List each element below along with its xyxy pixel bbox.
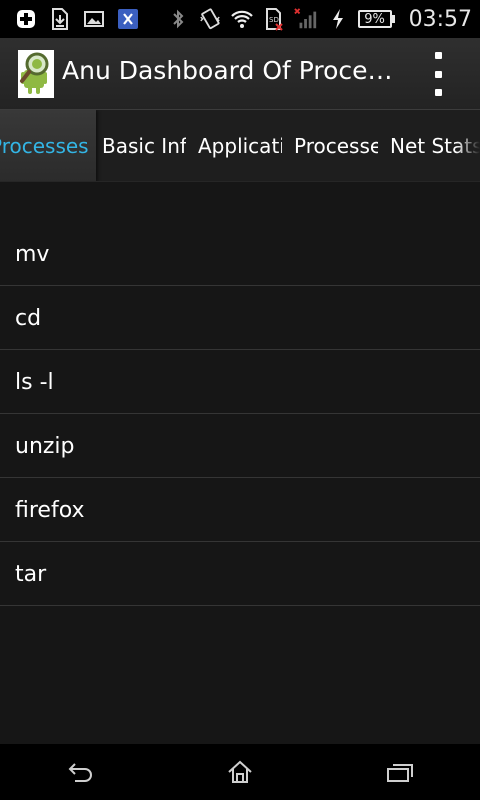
list-item[interactable]: unzip xyxy=(0,414,480,478)
battery-indicator: 9% xyxy=(357,10,395,28)
tab-basic-info[interactable]: Basic Info xyxy=(102,110,186,181)
tab-processes-active[interactable]: Processes xyxy=(0,110,96,181)
action-bar: Anu Dashboard Of Proce… xyxy=(0,38,480,110)
home-icon[interactable] xyxy=(210,752,270,792)
app-icon xyxy=(116,7,140,31)
tab-strip: Processes Basic Info Applications Proces… xyxy=(0,110,480,182)
app-title: Anu Dashboard Of Proce… xyxy=(62,56,392,85)
sd-card-icon: SD xyxy=(262,7,286,31)
list-item[interactable]: tar xyxy=(0,542,480,606)
status-bar: SD 9% 03:57 xyxy=(0,0,480,38)
download-icon xyxy=(48,7,72,31)
back-icon[interactable] xyxy=(50,752,110,792)
battery-level: 9% xyxy=(357,10,392,28)
bluetooth-icon xyxy=(166,7,190,31)
tab-processes[interactable]: Processes xyxy=(294,110,378,181)
overflow-menu-icon[interactable] xyxy=(424,52,452,96)
charging-icon xyxy=(326,7,350,31)
list-item[interactable]: mv xyxy=(0,222,480,286)
vibrate-icon xyxy=(198,7,222,31)
navigation-bar xyxy=(0,744,480,800)
app-logo-icon[interactable] xyxy=(18,50,54,98)
image-icon xyxy=(82,7,106,31)
add-icon xyxy=(14,7,38,31)
clock: 03:57 xyxy=(408,6,472,32)
recent-apps-icon[interactable] xyxy=(370,752,430,792)
list-item[interactable]: ls -l xyxy=(0,350,480,414)
tab-applications[interactable]: Applications xyxy=(198,110,282,181)
svg-text:SD: SD xyxy=(269,16,279,24)
wifi-icon xyxy=(230,7,254,31)
process-list: mv cd ls -l unzip firefox tar xyxy=(0,222,480,606)
list-item[interactable]: firefox xyxy=(0,478,480,542)
signal-icon xyxy=(293,7,318,31)
list-item[interactable]: cd xyxy=(0,286,480,350)
